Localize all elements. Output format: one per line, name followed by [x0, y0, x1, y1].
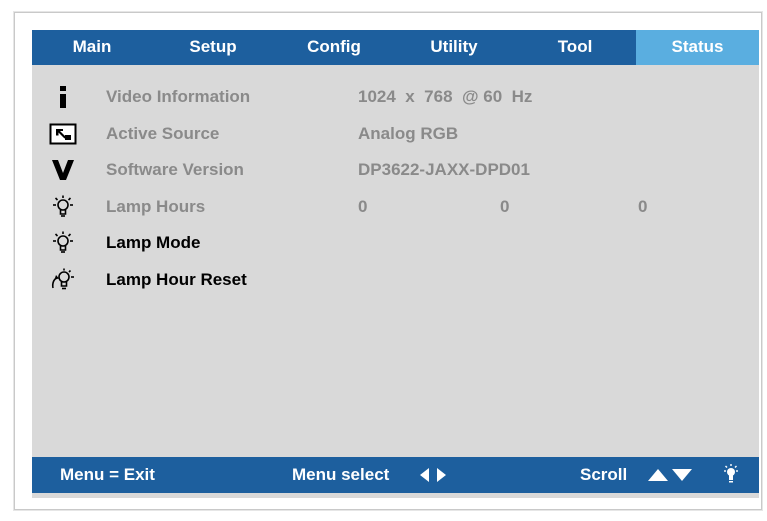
lamp-icon	[723, 464, 739, 484]
row-value: DP3622-JAXX-DPD01	[358, 160, 530, 179]
tab-main[interactable]: Main	[32, 30, 152, 65]
lamp-hours-value-2: 0	[500, 196, 510, 216]
row-label: Software Version	[106, 160, 244, 179]
lamp-reset-icon	[48, 267, 78, 293]
input-source-icon	[48, 121, 78, 147]
left-right-arrows-icon	[420, 468, 446, 482]
menu-exit-hint: Menu = Exit	[60, 465, 155, 484]
row-label[interactable]: Lamp Mode	[106, 233, 200, 253]
lamp-hours-value-3: 0	[638, 196, 648, 216]
row-video-information: Video Information 1024 x 768 @ 60 Hz	[32, 82, 759, 119]
row-label[interactable]: Lamp Hour Reset	[106, 270, 247, 290]
up-down-arrows-icon	[648, 469, 694, 481]
lamp-icon	[48, 230, 78, 256]
row-value: 1024 x 768 @ 60 Hz	[358, 87, 533, 106]
row-label: Lamp Hours	[106, 196, 206, 216]
osd-menu: Main Setup Config Utility Tool Status Vi…	[32, 30, 759, 498]
row-value: Analog RGB	[358, 123, 459, 143]
version-icon	[48, 157, 78, 183]
tab-config[interactable]: Config	[274, 30, 394, 65]
footer-bar: Menu = Exit Menu select Scroll	[32, 457, 759, 493]
lamp-hours-value-1: 0	[358, 196, 368, 216]
tab-utility[interactable]: Utility	[394, 30, 514, 65]
row-software-version: Software Version DP3622-JAXX-DPD01	[32, 155, 759, 192]
tab-setup[interactable]: Setup	[152, 30, 274, 65]
tab-bar: Main Setup Config Utility Tool Status	[32, 30, 759, 65]
lamp-icon	[48, 194, 78, 220]
row-active-source: Active Source Analog RGB	[32, 119, 759, 156]
row-lamp-hours: Lamp Hours 0 0 0	[32, 192, 759, 229]
status-list: Video Information 1024 x 768 @ 60 Hz Act…	[32, 82, 759, 301]
row-label: Video Information	[106, 87, 251, 106]
row-lamp-mode[interactable]: Lamp Mode	[32, 228, 759, 265]
info-icon	[48, 84, 78, 110]
tab-tool[interactable]: Tool	[514, 30, 636, 65]
tab-status[interactable]: Status	[636, 30, 759, 65]
row-label: Active Source	[106, 123, 220, 143]
menu-select-hint: Menu select	[292, 465, 390, 484]
row-lamp-hour-reset[interactable]: Lamp Hour Reset	[32, 265, 759, 302]
scroll-hint: Scroll	[580, 465, 628, 484]
